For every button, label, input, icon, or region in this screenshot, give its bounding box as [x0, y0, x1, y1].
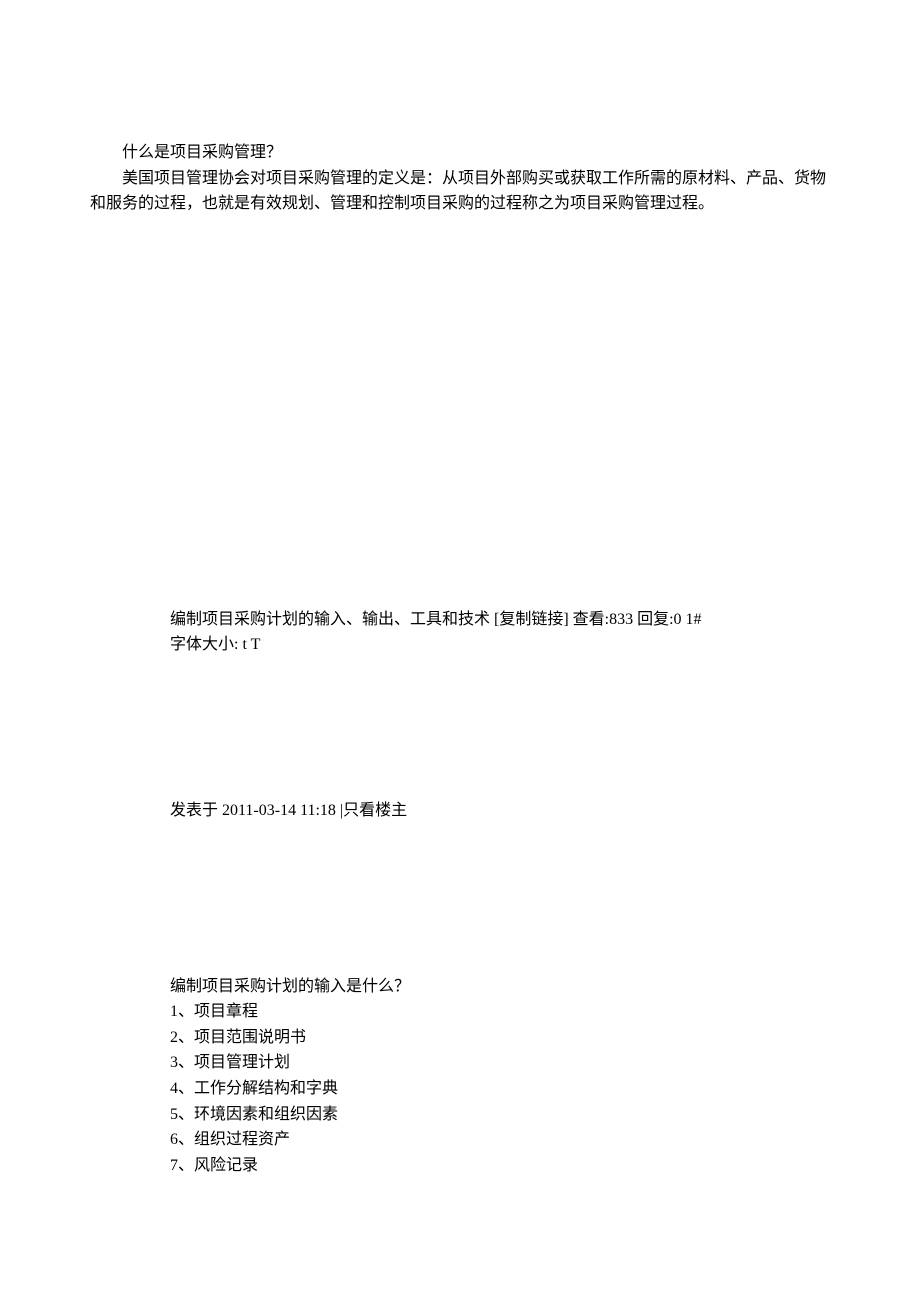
section-4: 编制项目采购计划的输入是什么？ 1、项目章程 2、项目范围说明书 3、项目管理计…: [90, 974, 830, 1179]
section-1-title: 什么是项目采购管理？: [90, 140, 830, 166]
inputs-heading: 编制项目采购计划的输入是什么？: [170, 974, 830, 1000]
list-item: 7、风险记录: [170, 1153, 830, 1179]
list-item: 6、组织过程资产: [170, 1127, 830, 1153]
post-title-line: 编制项目采购计划的输入、输出、工具和技术 [复制链接] 查看:833 回复:0 …: [170, 607, 830, 633]
list-item: 1、项目章程: [170, 999, 830, 1025]
post-meta: 发表于 2011-03-14 11:18 |只看楼主: [170, 798, 830, 824]
list-item: 5、环境因素和组织因素: [170, 1102, 830, 1128]
section-2: 编制项目采购计划的输入、输出、工具和技术 [复制链接] 查看:833 回复:0 …: [90, 607, 830, 658]
font-size-line: 字体大小: t T: [170, 632, 830, 658]
document-page: 什么是项目采购管理？ 美国项目管理协会对项目采购管理的定义是：从项目外部购买或获…: [0, 0, 920, 1178]
list-item: 4、工作分解结构和字典: [170, 1076, 830, 1102]
section-1: 什么是项目采购管理？ 美国项目管理协会对项目采购管理的定义是：从项目外部购买或获…: [90, 140, 830, 217]
list-item: 3、项目管理计划: [170, 1050, 830, 1076]
list-item: 2、项目范围说明书: [170, 1025, 830, 1051]
section-1-body: 美国项目管理协会对项目采购管理的定义是：从项目外部购买或获取工作所需的原材料、产…: [90, 166, 830, 217]
section-3: 发表于 2011-03-14 11:18 |只看楼主: [90, 798, 830, 824]
